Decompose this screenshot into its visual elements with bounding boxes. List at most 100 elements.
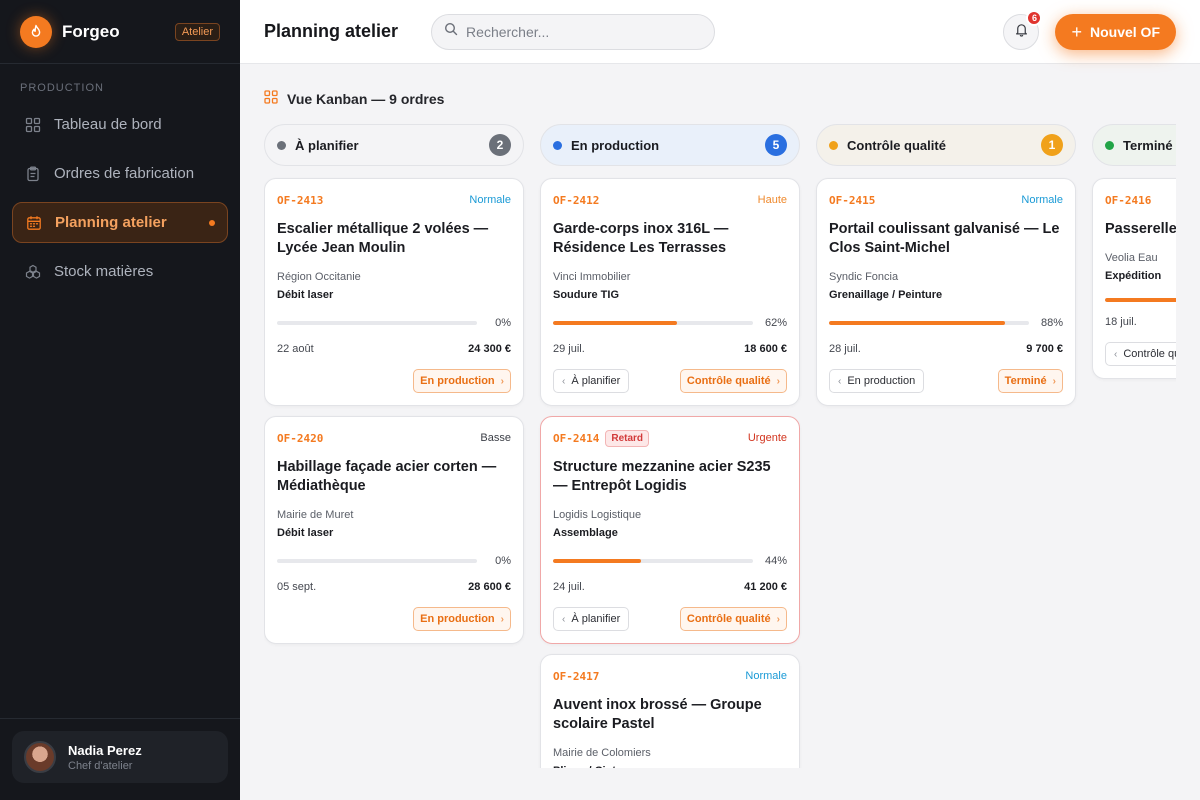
sidebar-item-dashboard[interactable]: Tableau de bord (12, 104, 228, 145)
move-next-button[interactable]: En production › (413, 369, 511, 393)
order-card[interactable]: OF-2415 Normale Portail coulissant galvani… (816, 178, 1076, 406)
user-role: Chef d'atelier (68, 759, 133, 772)
column-header[interactable]: À planifier 2 (264, 124, 524, 166)
progress-percent: 62% (765, 317, 788, 329)
order-client: Veolia Eau (1105, 252, 1158, 264)
status-dot (829, 140, 838, 150)
progress-fill (829, 321, 1005, 325)
priority-label: Haute (757, 194, 787, 206)
sidebar: Forgeo Atelier PRODUCTION Tableau de bor… (0, 0, 240, 800)
sidebar-item-planning[interactable]: Planning atelier (12, 202, 228, 243)
move-next-button[interactable]: Terminé › (997, 369, 1063, 393)
new-order-button[interactable]: + Nouvel OF (1055, 13, 1176, 50)
plus-icon: + (1071, 21, 1082, 42)
page-title: Planning atelier (264, 21, 399, 41)
order-step: Débit laser (277, 289, 334, 301)
progress-fill (1105, 298, 1176, 302)
move-back-label: À planifier (571, 613, 621, 625)
order-step: Soudure TIG (553, 289, 619, 301)
due-date: 18 juil. (1105, 316, 1137, 328)
order-title: Habillage façade acier corten — Médiathè… (277, 459, 497, 494)
sidebar-item-orders[interactable]: Ordres de fabrication (12, 153, 228, 194)
calendar-icon (25, 214, 43, 232)
top-header: Planning atelier 6 + Nouvel OF (240, 0, 1200, 64)
move-next-button[interactable]: Contrôle qualité › (679, 607, 787, 631)
order-ref: OF-2412 (553, 193, 600, 207)
order-amount: 18 600 € (744, 343, 787, 355)
progress-bar (829, 321, 1029, 325)
priority-label: Basse (480, 432, 511, 444)
column-title: Contrôle qualité (847, 137, 946, 153)
order-title: Garde-corps inox 316L — Résidence Les Te… (553, 221, 729, 256)
chevron-right-icon: › (776, 613, 780, 625)
notifications-button[interactable]: 6 (1003, 9, 1043, 50)
notification-badge: 6 (1026, 9, 1043, 26)
order-card[interactable]: OF-2420 Basse Habillage façade acier corte… (264, 416, 524, 644)
order-card[interactable]: OF-2416 Passerelle — Station Veolia Veolia… (1092, 178, 1176, 379)
sidebar-item-stock[interactable]: Stock matières (12, 251, 228, 292)
progress-bar (553, 559, 753, 563)
card-header: OF-2420 Basse (277, 431, 511, 445)
column-title: En production (571, 137, 660, 153)
bell-icon (1014, 22, 1029, 42)
meta-row: 28 juil. 9 700 € (829, 343, 1063, 355)
order-card[interactable]: OF-2417 Normale Auvent inox brossé — Group… (540, 654, 800, 768)
chevron-right-icon: › (500, 375, 504, 387)
column-title: À planifier (295, 137, 359, 153)
card-header: OF-2412 Haute (553, 193, 787, 207)
meta-row: 22 août 24 300 € (277, 343, 511, 355)
move-next-label: Terminé (1004, 375, 1047, 387)
card-actions: ‹ À planifier Contrôle qualité › (553, 607, 787, 631)
sidebar-item-label: Stock matières (54, 263, 154, 280)
column-title: Terminé (1123, 137, 1173, 153)
order-client: Région Occitanie (277, 271, 361, 283)
active-indicator (209, 219, 215, 226)
main-content: Vue Kanban — 9 ordres À planifier 2 OF-241… (240, 64, 1200, 800)
order-amount: 9 700 € (1026, 343, 1063, 355)
order-client: Syndic Foncia (829, 271, 899, 283)
card-header: OF-2414 Retard Urgente (553, 429, 787, 447)
order-card[interactable]: OF-2413 Normale Escalier métallique 2 volé… (264, 178, 524, 406)
move-back-button[interactable]: ‹ En production (829, 369, 925, 393)
flame-icon (20, 15, 52, 48)
order-title: Passerelle — Station Veolia (1105, 221, 1176, 237)
user-card[interactable]: Nadia Perez Chef d'atelier (12, 731, 228, 783)
move-back-button[interactable]: ‹ Contrôle qualité (1105, 342, 1176, 366)
order-client: Mairie de Colomiers (553, 747, 651, 759)
kanban-board: À planifier 2 OF-2413 Normale Escalier métal… (264, 124, 1176, 768)
column-header[interactable]: Contrôle qualité 1 (816, 124, 1076, 166)
order-title: Structure mezzanine acier S235 — Entrepô… (553, 459, 771, 494)
order-title: Auvent inox brossé — Groupe scolaire Pas… (553, 697, 762, 732)
meta-row: 05 sept. 28 600 € (277, 581, 511, 593)
move-next-button[interactable]: En production › (413, 607, 511, 631)
card-actions: ‹ En production Terminé › (829, 369, 1063, 393)
card-actions: ‹ À planifier Contrôle qualité › (553, 369, 787, 393)
column-header[interactable]: En production 5 (540, 124, 800, 166)
progress-row: 44% (553, 555, 787, 567)
move-next-button[interactable]: Contrôle qualité › (679, 369, 787, 393)
progress-fill (553, 559, 641, 563)
chevron-left-icon: ‹ (838, 375, 842, 387)
kanban-icon (264, 90, 278, 107)
status-dot (277, 140, 286, 150)
progress-row: 62% (553, 317, 787, 329)
order-client: Vinci Immobilier (553, 271, 631, 283)
order-card[interactable]: OF-2412 Haute Garde-corps inox 316L — Rési… (540, 178, 800, 406)
order-title: Escalier métallique 2 volées — Lycée Jea… (277, 221, 489, 256)
brand: Forgeo Atelier (0, 0, 240, 64)
search-input[interactable] (466, 23, 697, 40)
move-back-button[interactable]: ‹ À planifier (553, 369, 630, 393)
column-header[interactable]: Terminé (1092, 124, 1176, 166)
order-amount: 24 300 € (468, 343, 511, 355)
search-box[interactable] (431, 13, 716, 50)
order-card[interactable]: OF-2414 Retard Urgente Structure mezzanine … (540, 416, 800, 644)
card-header: OF-2415 Normale (829, 193, 1063, 207)
card-header: OF-2416 (1105, 193, 1176, 207)
section-label: PRODUCTION (20, 82, 104, 94)
move-next-label: En production (420, 375, 495, 387)
move-back-button[interactable]: ‹ À planifier (553, 607, 630, 631)
due-date: 22 août (277, 343, 314, 355)
dashboard-icon (24, 116, 42, 134)
chevron-left-icon: ‹ (562, 375, 566, 387)
meta-row: 18 juil. (1105, 316, 1176, 328)
